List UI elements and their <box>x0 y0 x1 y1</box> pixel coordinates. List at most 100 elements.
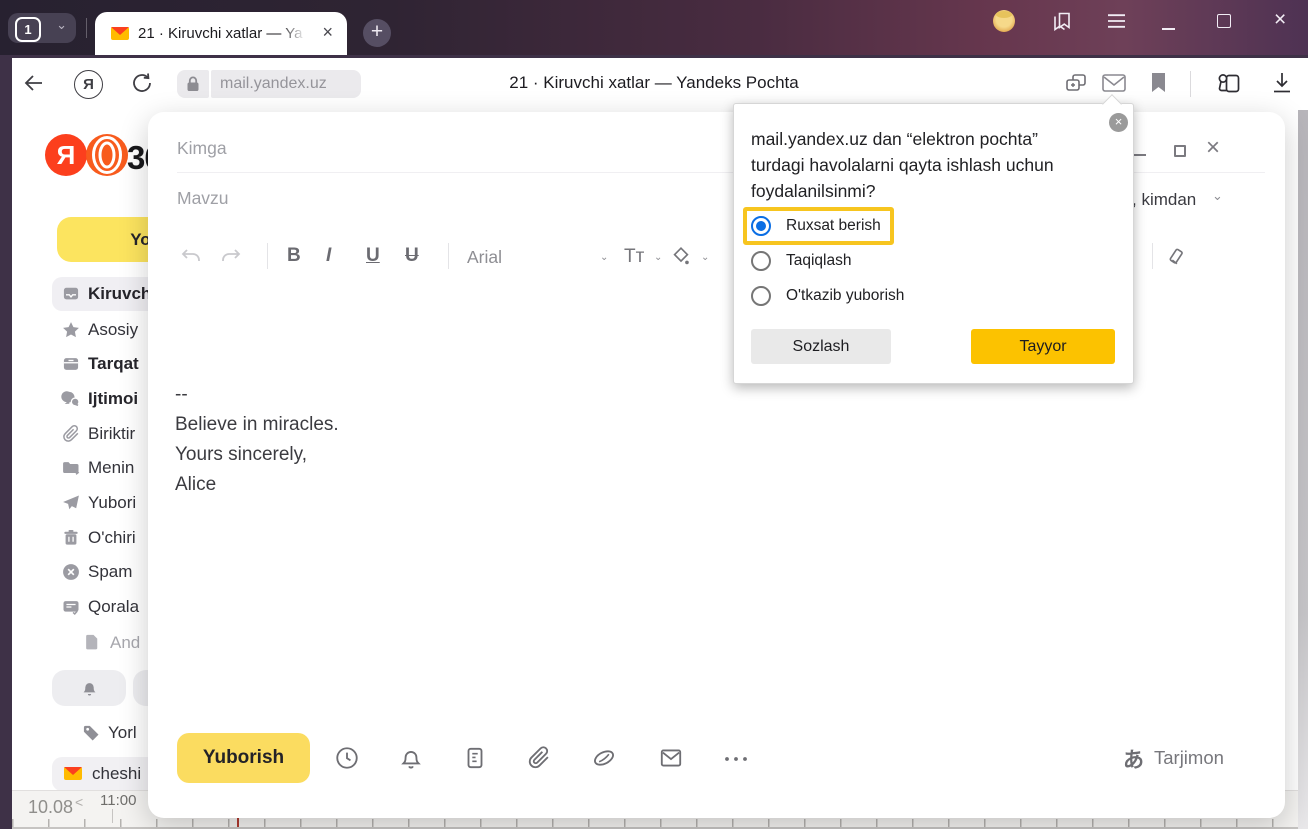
from-link[interactable]: , kimdan <box>1132 190 1196 210</box>
fill-color-icon[interactable] <box>670 245 692 267</box>
annotation-highlight-box <box>743 207 894 245</box>
folder-label: Qorala <box>88 597 139 617</box>
menu-icon[interactable] <box>1108 14 1125 28</box>
folder-label: Menin <box>88 458 134 478</box>
new-tab-button[interactable]: + <box>363 19 391 47</box>
radio-block-label[interactable]: Taqiqlash <box>786 252 852 270</box>
subject-field[interactable]: Mavzu <box>177 188 229 209</box>
folder-label: O'chiri <box>88 528 136 548</box>
notifications-pill[interactable] <box>52 670 126 706</box>
radio-skip[interactable] <box>751 286 771 306</box>
mail-shortcut-icon[interactable] <box>1102 74 1126 92</box>
dialog-close-icon[interactable]: × <box>1109 113 1128 132</box>
address-bar[interactable]: mail.yandex.uz <box>211 70 361 98</box>
compose-expand-button[interactable] <box>1174 145 1186 157</box>
tab-kiruvchi-xatlar[interactable]: 21 · Kiruvchi xatlar — Ya × <box>95 12 347 55</box>
radio-skip-label[interactable]: O'tkazib yuborish <box>786 287 904 305</box>
template-icon[interactable] <box>462 745 488 771</box>
window-close-button[interactable]: × <box>1274 8 1286 32</box>
folder-label: Tarqat <box>88 354 139 374</box>
folder-label: Biriktir <box>88 424 135 444</box>
chevron-down-icon[interactable]: ⌄ <box>654 252 662 263</box>
tab-count-value: 1 <box>15 17 41 42</box>
window-frame-left <box>0 55 12 829</box>
scrollbar[interactable] <box>1298 110 1308 829</box>
tab-title-fade <box>280 25 310 45</box>
drafts-icon <box>61 597 81 617</box>
divider <box>267 243 268 269</box>
folder-icon <box>61 458 81 478</box>
browser-chrome: 1 ⌄ 21 · Kiruvchi xatlar — Ya × + × <box>0 0 1308 55</box>
panels-icon[interactable] <box>1052 12 1072 31</box>
collections-icon[interactable] <box>1216 71 1242 96</box>
folder-label: And <box>110 633 140 653</box>
done-button[interactable]: Tayyor <box>971 329 1115 364</box>
spam-icon <box>61 562 81 582</box>
window-minimize-button[interactable] <box>1162 28 1175 30</box>
tab-close-icon[interactable]: × <box>322 22 333 43</box>
folder-label: Yorl <box>108 723 137 743</box>
folder-label: Ijtimoi <box>88 389 138 409</box>
radio-block[interactable] <box>751 251 771 271</box>
translator-icon[interactable]: あ <box>1123 744 1144 774</box>
attach-paperclip-icon[interactable] <box>526 745 552 771</box>
schedule-clock-icon[interactable] <box>334 745 360 771</box>
yandex-360-logo-y: Я <box>45 134 87 176</box>
translator-button[interactable]: Tarjimon <box>1154 747 1224 769</box>
settings-button[interactable]: Sozlash <box>751 329 891 364</box>
tab-counter[interactable]: 1 ⌄ <box>8 13 76 43</box>
star-icon <box>61 320 81 340</box>
yandex-360-logo-o <box>86 134 128 176</box>
postcard-feather-icon[interactable] <box>591 745 617 771</box>
chevron-down-icon[interactable]: ⌄ <box>56 17 67 33</box>
dialog-message-line: foydalanilsinmi? <box>751 178 1054 204</box>
chat-bubbles-icon <box>61 389 81 409</box>
more-options-icon[interactable] <box>723 755 749 763</box>
eraser-icon[interactable] <box>1165 245 1187 267</box>
dialog-message-line: mail.yandex.uz dan “elektron pochta” <box>751 126 1054 152</box>
chevron-down-icon[interactable]: ⌄ <box>701 252 709 263</box>
font-size-button[interactable]: Tт <box>624 246 644 268</box>
dialog-message: mail.yandex.uz dan “elektron pochta” tur… <box>751 126 1054 204</box>
tray-icon <box>61 354 81 374</box>
compose-minimize-button[interactable] <box>1133 154 1146 156</box>
bookmark-icon[interactable] <box>1151 72 1166 93</box>
signature-line: Yours sincerely, <box>175 440 339 470</box>
chevron-down-icon[interactable]: ⌄ <box>600 252 608 263</box>
back-icon[interactable] <box>24 74 44 92</box>
refresh-icon[interactable] <box>131 72 153 94</box>
window-maximize-button[interactable] <box>1217 14 1231 28</box>
paperclip-icon <box>61 424 81 444</box>
folder-label: Kiruvchi <box>88 284 156 304</box>
send-button[interactable]: Yuborish <box>177 733 310 783</box>
chevron-left-icon[interactable]: < <box>75 794 83 810</box>
download-icon[interactable] <box>1271 72 1293 94</box>
italic-button[interactable]: I <box>326 245 331 267</box>
to-field[interactable]: Kimga <box>177 138 227 159</box>
font-family-select[interactable]: Arial <box>467 247 502 268</box>
redo-icon[interactable] <box>220 248 242 266</box>
yandex-mail-icon <box>64 767 82 780</box>
message-body[interactable]: -- Believe in miracles. Yours sincerely,… <box>175 380 339 500</box>
signature-separator: -- <box>175 380 339 410</box>
compose-close-button[interactable]: × <box>1206 134 1220 162</box>
underline-button[interactable]: U <box>366 245 380 267</box>
profile-avatar[interactable] <box>993 10 1015 32</box>
tab-preview-icon[interactable] <box>1064 72 1088 94</box>
lock-icon <box>186 76 200 92</box>
chevron-down-icon[interactable]: ⌄ <box>1212 188 1223 204</box>
strikethrough-button[interactable]: U <box>405 245 419 267</box>
undo-icon[interactable] <box>180 248 202 266</box>
bold-button[interactable]: B <box>287 245 301 267</box>
signature-line: Believe in miracles. <box>175 410 339 440</box>
notify-bell-icon[interactable] <box>398 745 424 771</box>
page-title: 21 · Kiruvchi xatlar — Yandeks Pochta <box>509 73 798 93</box>
site-security-badge[interactable] <box>177 70 209 98</box>
timeline-time: 11:00 <box>100 792 136 809</box>
yandex-button[interactable]: Я <box>74 70 103 99</box>
envelope-icon[interactable] <box>658 745 684 771</box>
folder-label: Spam <box>88 562 132 582</box>
dialog-message-line: turdagi havolalarni qayta ishlash uchun <box>751 152 1054 178</box>
sidebar-item-cheshire-account[interactable]: cheshi <box>52 757 162 791</box>
browser-window: 1 ⌄ 21 · Kiruvchi xatlar — Ya × + × <box>0 0 1308 829</box>
